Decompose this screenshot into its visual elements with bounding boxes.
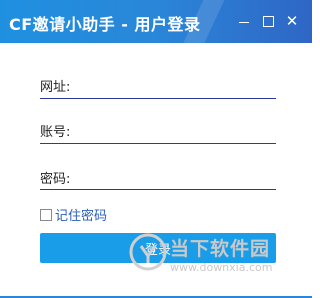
remember-password-checkbox[interactable] [40, 208, 52, 221]
account-input[interactable] [40, 122, 276, 144]
login-button[interactable]: 登录 [40, 233, 276, 263]
close-button[interactable]: ✕ [284, 13, 300, 29]
remember-password-label[interactable]: 记住密码 [55, 205, 107, 224]
password-input[interactable] [40, 168, 276, 190]
maximize-icon [262, 15, 274, 27]
maximize-button[interactable] [260, 13, 276, 29]
window-title: CF邀请小助手 - 用户登录 [9, 15, 201, 34]
minimize-button[interactable] [236, 13, 252, 29]
remember-password-option[interactable]: 记住密码 [40, 205, 107, 224]
close-icon: ✕ [285, 12, 299, 30]
minimize-icon [239, 20, 249, 23]
title-bar[interactable]: CF邀请小助手 - 用户登录 ✕ [0, 0, 312, 43]
url-input[interactable] [40, 77, 276, 99]
